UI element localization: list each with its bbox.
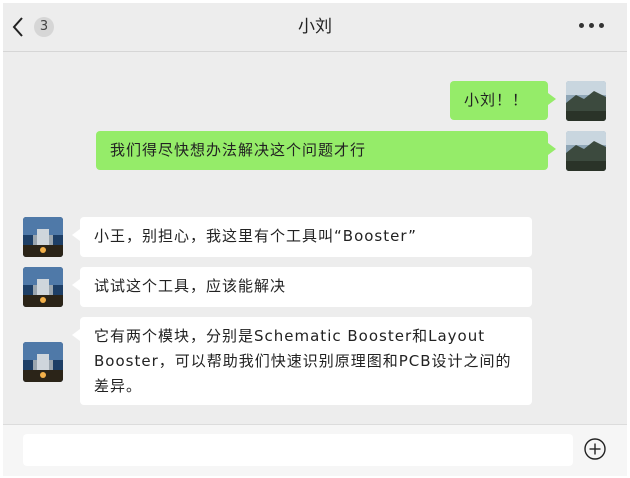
message-bubble[interactable]: 它有两个模块，分别是Schematic Booster和Layout Boost… <box>72 317 532 405</box>
avatar-self[interactable] <box>566 81 606 121</box>
message-bubble[interactable]: 试试这个工具，应该能解决 <box>72 267 532 307</box>
avatar-other[interactable] <box>23 217 63 257</box>
chat-header: 3 小刘 <box>3 3 627 52</box>
more-dots-icon[interactable] <box>579 23 609 31</box>
input-bar <box>3 424 627 476</box>
plus-circle-icon[interactable] <box>583 437 607 461</box>
message-bubble[interactable]: 我们得尽快想办法解决这个问题才行 <box>96 131 556 170</box>
chat-title: 小刘 <box>298 17 332 37</box>
message-bubble[interactable]: 小王，别担心，我这里有个工具叫“Booster” <box>72 217 532 257</box>
avatar-other[interactable] <box>23 267 63 307</box>
avatar-other[interactable] <box>23 342 63 382</box>
avatar-self[interactable] <box>566 131 606 171</box>
message-input[interactable] <box>23 434 573 466</box>
message-bubble[interactable]: 小刘！！ <box>450 81 556 120</box>
chat-window: 3 小刘 小刘！！ 我们得尽快想办法解决这个问题才行 小王，别担心，我这里有个工… <box>3 3 627 476</box>
